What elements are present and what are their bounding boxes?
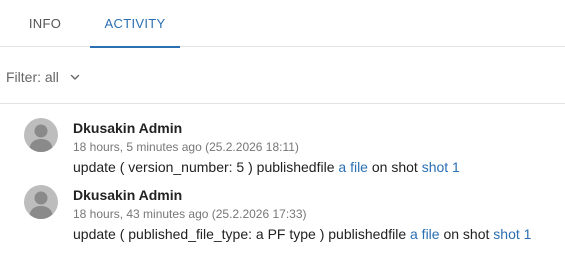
activity-text: update ( version_number: 5 ) publishedfi…	[73, 159, 335, 175]
activity-text: update ( published_file_type: a PF type …	[73, 226, 407, 242]
activity-text-on-shot: on shot	[371, 159, 418, 175]
file-link[interactable]: a file	[338, 159, 368, 175]
activity-text-on-shot: on shot	[443, 226, 490, 242]
activity-description: update ( version_number: 5 ) publishedfi…	[73, 159, 460, 175]
active-tab-indicator	[90, 46, 180, 48]
filter-label: Filter: all	[6, 69, 59, 85]
tab-activity-label: ACTIVITY	[104, 16, 166, 31]
timestamp: 18 hours, 5 minutes ago (25.2.2026 18:11…	[73, 140, 299, 154]
chevron-down-icon	[69, 71, 81, 83]
timestamp: 18 hours, 43 minutes ago (25.2.2026 17:3…	[73, 207, 307, 221]
author-name: Dkusakin Admin	[73, 120, 183, 136]
tab-activity[interactable]: ACTIVITY	[90, 0, 180, 48]
avatar	[24, 185, 58, 219]
user-icon	[29, 124, 53, 152]
tab-info-label: INFO	[28, 16, 62, 31]
activity-description: update ( published_file_type: a PF type …	[73, 226, 531, 242]
shot-link[interactable]: shot 1	[493, 226, 531, 242]
tab-info[interactable]: INFO	[0, 0, 90, 47]
filter-dropdown[interactable]: Filter: all	[6, 67, 81, 87]
author-name: Dkusakin Admin	[73, 187, 183, 203]
tab-bar: INFO ACTIVITY	[0, 0, 565, 48]
avatar	[24, 118, 58, 152]
divider	[0, 103, 565, 104]
user-icon	[29, 191, 53, 219]
file-link[interactable]: a file	[410, 226, 440, 242]
shot-link[interactable]: shot 1	[422, 159, 460, 175]
